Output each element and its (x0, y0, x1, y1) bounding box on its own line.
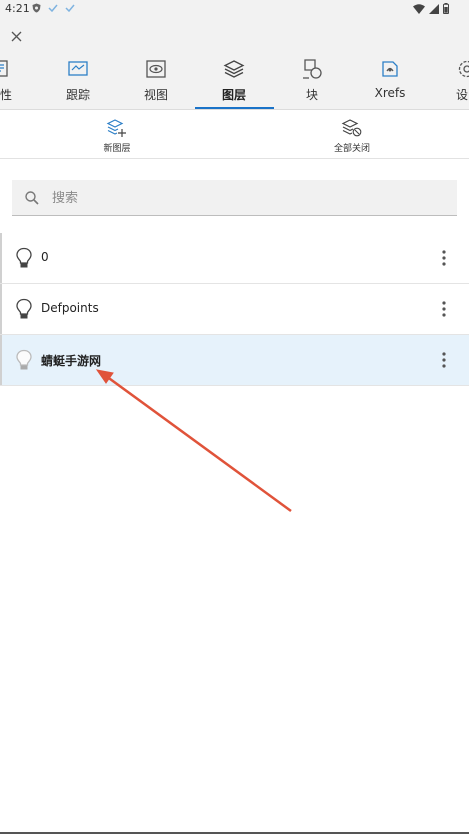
more-options-button[interactable] (435, 298, 453, 320)
layer-row[interactable]: Defpoints (0, 284, 469, 335)
shield-icon (32, 3, 41, 13)
row-edge (0, 335, 2, 385)
tab-label: 跟踪 (65, 88, 90, 102)
properties-icon (0, 60, 8, 77)
tab-label: 设 (456, 88, 469, 102)
row-edge (0, 284, 2, 334)
layer-row[interactable]: 0 (0, 233, 469, 284)
settings-icon (458, 60, 469, 78)
search-icon (25, 191, 39, 205)
panel-header: 性 跟踪 视图 图层 块 Xrefs 设 (0, 20, 469, 110)
tab-label: 视图 (143, 88, 168, 102)
tab-label: 性 (0, 88, 12, 102)
lightbulb-icon[interactable] (15, 298, 33, 320)
status-icons-right (413, 3, 449, 14)
more-vertical-icon (442, 352, 446, 368)
xrefs-icon (382, 61, 398, 77)
new-layer-button[interactable]: 新图层 (77, 117, 157, 157)
new-layer-icon (106, 119, 126, 137)
active-tab-indicator (195, 107, 274, 109)
tab-layers[interactable]: 图层 (206, 56, 262, 108)
more-options-button[interactable] (435, 247, 453, 269)
lightbulb-icon[interactable] (15, 349, 33, 371)
status-icons-left (32, 3, 75, 13)
tab-label: Xrefs (374, 86, 406, 100)
layer-actions-bar: 新图层 全部关闭 (0, 111, 469, 159)
more-vertical-icon (442, 301, 446, 317)
tab-xrefs[interactable]: Xrefs (362, 56, 418, 108)
layer-list: 0 Defpoints 蜻蜓手游网 (0, 233, 469, 386)
search-bar (12, 180, 457, 216)
check-icon (65, 4, 75, 12)
new-layer-label: 新图层 (103, 144, 131, 154)
tab-label: 块 (305, 88, 318, 102)
lightbulb-icon[interactable] (15, 247, 33, 269)
wifi-icon (413, 3, 425, 14)
tab-trace[interactable]: 跟踪 (50, 56, 106, 108)
more-options-button[interactable] (435, 349, 453, 371)
view-icon (146, 60, 166, 78)
tab-view[interactable]: 视图 (128, 56, 184, 108)
trace-icon (68, 61, 88, 76)
search-input[interactable] (52, 180, 442, 216)
tab-block[interactable]: 块 (284, 56, 340, 108)
all-layers-off-icon (341, 119, 362, 137)
battery-icon (443, 3, 449, 14)
layer-name: 蜻蜓手游网 (41, 354, 102, 368)
all-off-button[interactable]: 全部关闭 (312, 117, 392, 157)
check-icon (48, 4, 58, 12)
more-vertical-icon (442, 250, 446, 266)
tab-properties[interactable]: 性 (0, 56, 16, 108)
signal-icon (429, 3, 439, 14)
layer-name: Defpoints (41, 301, 99, 315)
status-bar: 4:21 (0, 0, 469, 20)
tab-settings[interactable]: 设 (452, 56, 469, 108)
layer-name: 0 (41, 250, 49, 264)
block-icon (303, 59, 322, 79)
close-icon (11, 31, 21, 41)
status-time: 4:21 (5, 2, 30, 15)
layers-icon (223, 60, 245, 78)
layer-row-selected[interactable]: 蜻蜓手游网 (0, 335, 469, 386)
row-edge (0, 233, 2, 283)
tab-label: 图层 (221, 88, 246, 102)
all-off-label: 全部关闭 (333, 144, 370, 154)
close-button[interactable] (6, 26, 26, 46)
